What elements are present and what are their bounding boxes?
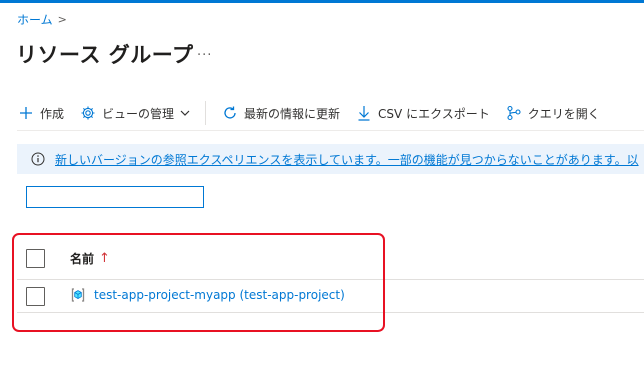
breadcrumb-home-link[interactable]: ホーム <box>17 11 53 28</box>
refresh-button[interactable]: 最新の情報に更新 <box>221 104 340 122</box>
refresh-label: 最新の情報に更新 <box>244 106 341 121</box>
toolbar-divider <box>205 101 207 125</box>
resource-group-link[interactable]: test-app-project-myapp (test-app-project… <box>94 288 345 302</box>
plus-icon <box>17 104 35 122</box>
resource-group-icon <box>70 287 86 303</box>
top-accent-bar <box>0 0 644 3</box>
create-button[interactable]: 作成 <box>17 104 64 122</box>
create-label: 作成 <box>40 106 65 121</box>
query-icon <box>505 104 523 122</box>
toolbar-divider-line <box>17 130 644 131</box>
column-header-name-label: 名前 <box>70 252 95 266</box>
gear-icon <box>79 104 97 122</box>
info-icon <box>31 152 45 166</box>
table-row: test-app-project-myapp (test-app-project… <box>17 280 644 313</box>
page-title: リソース グループ <box>16 43 194 67</box>
select-all-checkbox[interactable] <box>26 249 45 268</box>
chevron-down-icon <box>180 110 190 117</box>
filter-input[interactable] <box>26 186 204 208</box>
grid-header-row: 名前 ↑ <box>17 239 644 280</box>
sort-ascending-icon: ↑ <box>99 251 110 266</box>
manage-view-label: ビューの管理 <box>102 106 175 121</box>
manage-view-button[interactable]: ビューの管理 <box>79 104 190 122</box>
resource-group-cell: test-app-project-myapp (test-app-project… <box>70 287 345 303</box>
download-icon <box>355 104 373 122</box>
command-bar: 作成 ビューの管理 最新の情報に更新 CSV にエクスポート クエリを開く <box>17 101 615 125</box>
export-csv-button[interactable]: CSV にエクスポート <box>355 104 490 122</box>
row-checkbox[interactable] <box>26 287 45 306</box>
info-banner: 新しいバージョンの参照エクスペリエンスを表示しています。一部の機能が見つからない… <box>17 144 644 174</box>
open-query-button[interactable]: クエリを開く <box>505 104 600 122</box>
column-header-name[interactable]: 名前 ↑ <box>70 250 110 267</box>
refresh-icon <box>221 104 239 122</box>
breadcrumb: ホーム > <box>17 11 67 28</box>
export-csv-label: CSV にエクスポート <box>378 106 490 121</box>
info-banner-link[interactable]: 新しいバージョンの参照エクスペリエンスを表示しています。一部の機能が見つからない… <box>55 151 639 168</box>
open-query-label: クエリを開く <box>527 106 600 121</box>
breadcrumb-separator: > <box>57 13 67 26</box>
more-options-button[interactable]: ... <box>197 44 212 59</box>
